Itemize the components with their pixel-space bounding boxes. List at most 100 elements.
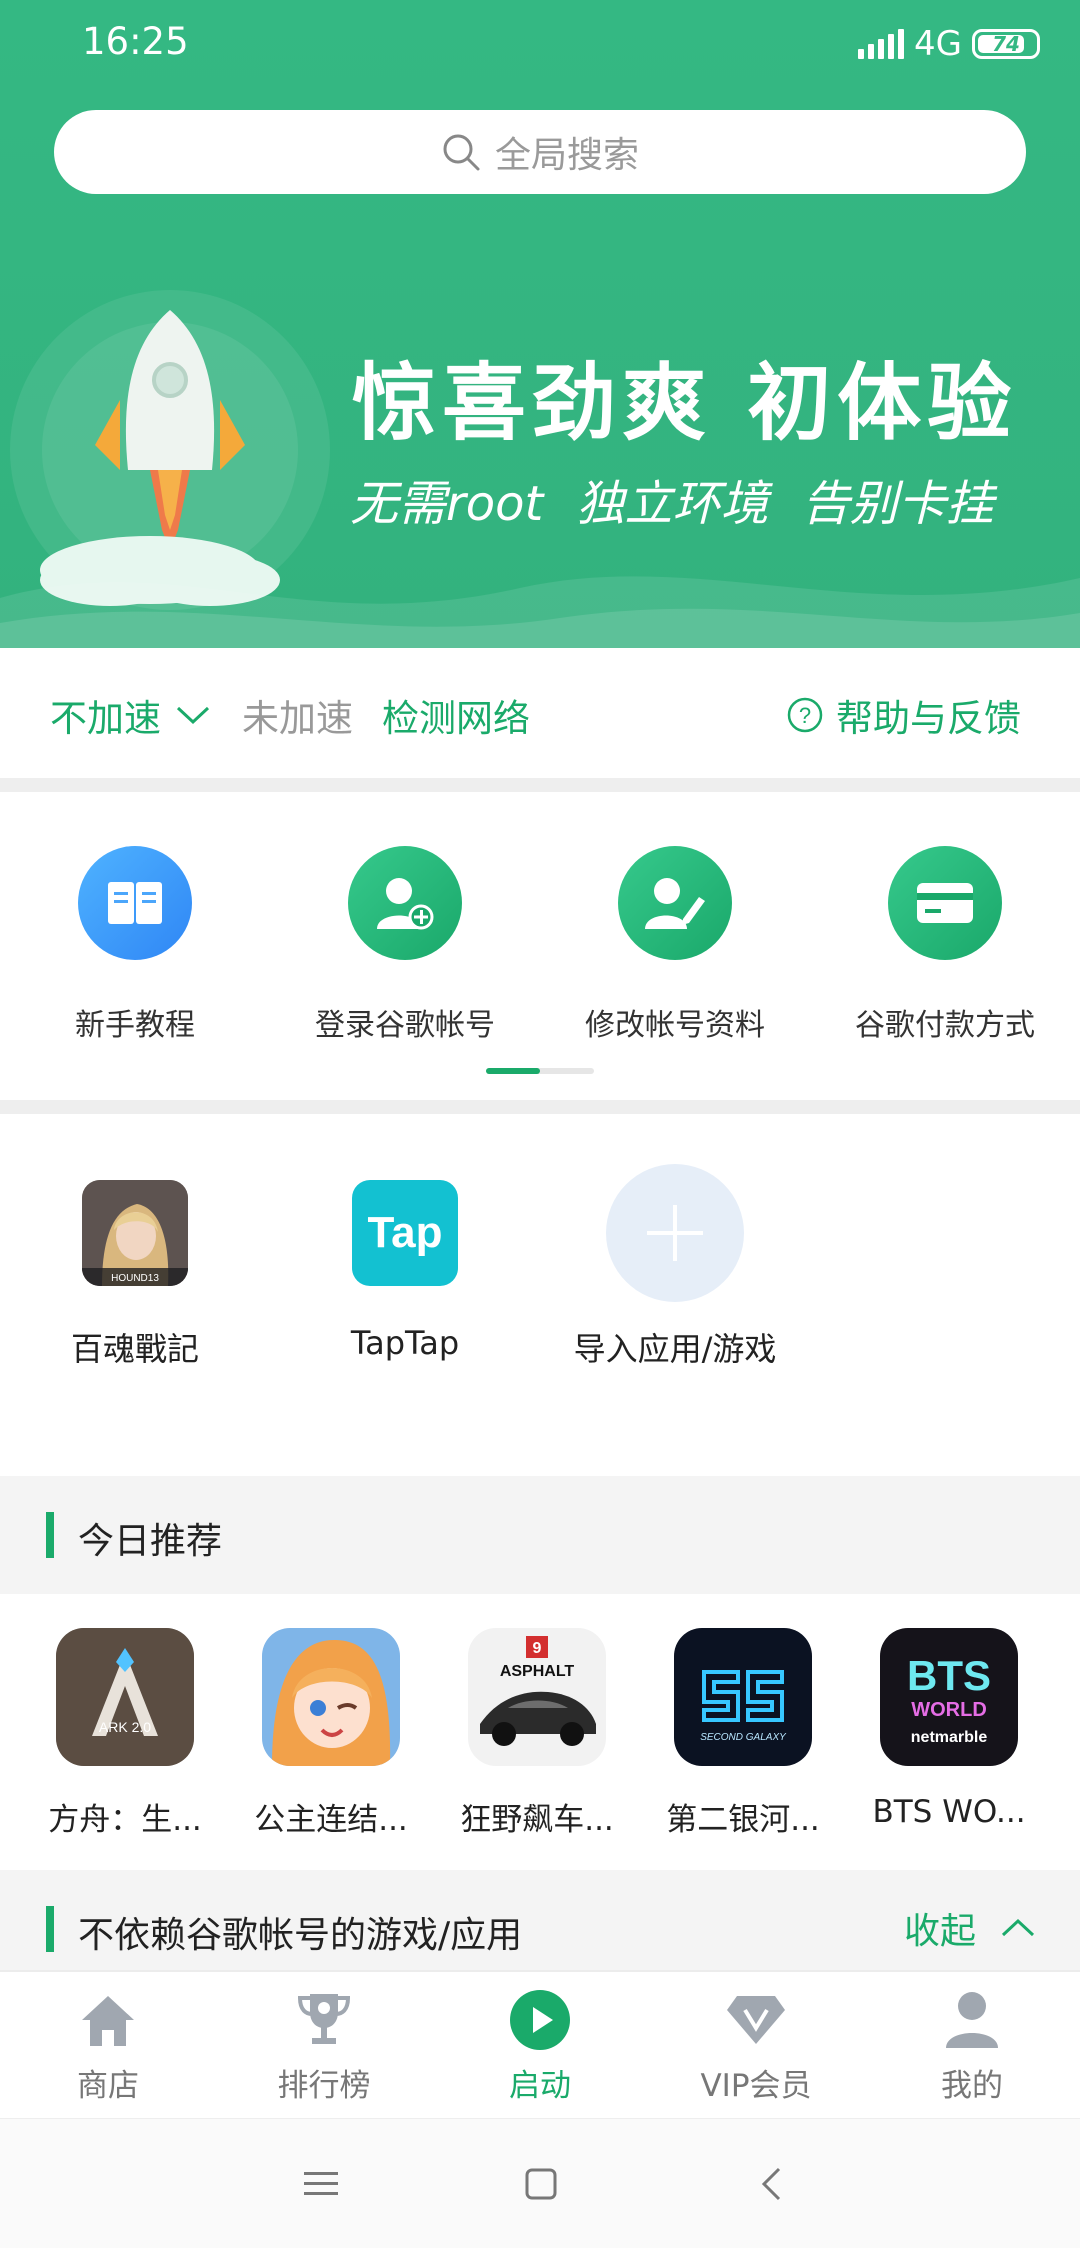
- accel-state: 未加速: [242, 697, 353, 740]
- quick-action-tutorial[interactable]: 新手教程: [0, 846, 270, 1044]
- nav-vip[interactable]: VIP会员: [648, 1988, 864, 2105]
- collapse-button[interactable]: 收起: [904, 1902, 1036, 1954]
- accel-mode-dropdown[interactable]: 不加速: [50, 688, 211, 742]
- quick-action-payment[interactable]: 谷歌付款方式: [810, 846, 1080, 1044]
- network-type: 4G: [914, 24, 962, 64]
- app-item[interactable]: HOUND13 百魂戰記: [0, 1180, 270, 1370]
- quick-action-label: 新手教程: [75, 1008, 195, 1043]
- home-button-icon[interactable]: [518, 2161, 564, 2207]
- section-bar: [46, 1906, 54, 1952]
- nav-ranking[interactable]: 排行榜: [216, 1988, 432, 2105]
- status-time: 16:25: [82, 20, 189, 63]
- app-item[interactable]: Tap TapTap: [270, 1180, 540, 1362]
- help-label: 帮助与反馈: [836, 697, 1021, 740]
- help-feedback-link[interactable]: ? 帮助与反馈: [786, 688, 1021, 742]
- recommendations: ARK 2.0 方舟：生... 公主连结... 9 ASPHALT 狂野飙车..…: [0, 1594, 1080, 1870]
- svg-text:?: ?: [799, 703, 811, 728]
- rec-item[interactable]: ARK 2.0 方舟：生...: [22, 1628, 228, 1839]
- svg-text:9: 9: [533, 1640, 542, 1657]
- quick-actions: 新手教程 登录谷歌帐号 修改帐号资料 谷歌付款方式: [0, 792, 1080, 1100]
- play-icon: [508, 1988, 572, 2052]
- accel-mode-label: 不加速: [50, 697, 161, 740]
- help-icon: ?: [787, 697, 823, 733]
- battery-level: 74: [992, 32, 1020, 56]
- header-banner: 16:25 4G 74 全局搜索 惊喜劲爽 初体验 无需root 独立环境 告别…: [0, 0, 1080, 648]
- status-bar: 16:25 4G 74: [0, 0, 1080, 90]
- hound13-game-icon: HOUND13: [82, 1180, 188, 1286]
- status-indicators: 4G 74: [858, 24, 1040, 64]
- rec-item[interactable]: 9 ASPHALT 狂野飙车...: [434, 1628, 640, 1839]
- section-title: 不依赖谷歌帐号的游戏/应用: [78, 1915, 523, 1956]
- rec-item[interactable]: SECOND GALAXY 第二银河...: [640, 1628, 846, 1839]
- rec-item[interactable]: BTS WORLD netmarble BTS WO...: [846, 1628, 1052, 1830]
- import-app-button[interactable]: 导入应用/游戏: [540, 1164, 810, 1370]
- page-indicator: [486, 1068, 594, 1074]
- chevron-up-icon: [1001, 1918, 1035, 1937]
- quick-action-login-google[interactable]: 登录谷歌帐号: [270, 846, 540, 1044]
- person-icon: [940, 1988, 1004, 2052]
- home-icon: [76, 1988, 140, 2052]
- svg-text:BTS: BTS: [907, 1652, 991, 1699]
- ark-game-icon: ARK 2.0: [56, 1628, 194, 1766]
- second-galaxy-icon: SECOND GALAXY: [674, 1628, 812, 1766]
- rec-label: 方舟：生...: [48, 1802, 202, 1838]
- nav-mine[interactable]: 我的: [864, 1988, 1080, 2105]
- nav-label: 启动: [509, 2068, 571, 2104]
- search-icon: [441, 132, 481, 172]
- back-icon[interactable]: [748, 2161, 794, 2207]
- edit-user-icon: [618, 846, 732, 960]
- add-user-icon: [348, 846, 462, 960]
- nav-label: 我的: [941, 2068, 1003, 2104]
- nav-label: 商店: [77, 2068, 139, 2104]
- svg-text:ASPHALT: ASPHALT: [500, 1663, 575, 1680]
- trophy-icon: [292, 1988, 356, 2052]
- quick-action-label: 登录谷歌帐号: [315, 1008, 495, 1043]
- divider: [0, 1100, 1080, 1114]
- nav-label: 排行榜: [277, 2068, 371, 2104]
- chevron-down-icon: [176, 706, 210, 725]
- rec-label: BTS WO...: [872, 1794, 1026, 1830]
- rec-label: 第二银河...: [666, 1802, 820, 1838]
- taptap-icon: Tap: [352, 1180, 458, 1286]
- princess-connect-icon: [262, 1628, 400, 1766]
- detect-network-link[interactable]: 检测网络: [382, 688, 530, 742]
- search-placeholder: 全局搜索: [494, 135, 639, 176]
- banner-title: 惊喜劲爽 初体验: [352, 354, 1018, 452]
- rec-label: 狂野飙车...: [460, 1802, 614, 1838]
- app-label: TapTap: [350, 1324, 460, 1362]
- app-label: 导入应用/游戏: [573, 1330, 777, 1368]
- quick-action-label: 修改帐号资料: [585, 1008, 765, 1043]
- bottom-nav: 商店 排行榜 启动 VIP会员 我的: [0, 1970, 1080, 2118]
- section-no-google: 不依赖谷歌帐号的游戏/应用 收起: [0, 1870, 1080, 1970]
- section-bar: [46, 1512, 54, 1558]
- bts-world-icon: BTS WORLD netmarble: [880, 1628, 1018, 1766]
- svg-text:WORLD: WORLD: [911, 1699, 987, 1721]
- search-input[interactable]: 全局搜索: [54, 110, 1026, 194]
- battery-icon: 74: [972, 29, 1040, 59]
- quick-action-label: 谷歌付款方式: [855, 1008, 1035, 1043]
- accelerator-bar: 不加速 未加速 检测网络 ? 帮助与反馈: [0, 648, 1080, 778]
- svg-text:SECOND GALAXY: SECOND GALAXY: [700, 1732, 787, 1743]
- asphalt-icon: 9 ASPHALT: [468, 1628, 606, 1766]
- svg-text:ARK 2.0: ARK 2.0: [99, 1719, 151, 1735]
- section-title: 今日推荐: [78, 1521, 223, 1562]
- banner-subtitle: 无需root 独立环境 告别卡挂: [350, 476, 994, 532]
- nav-label: VIP会员: [700, 2068, 812, 2104]
- collapse-label: 收起: [903, 1911, 976, 1952]
- quick-action-edit-account[interactable]: 修改帐号资料: [540, 846, 810, 1044]
- svg-text:HOUND13: HOUND13: [111, 1273, 159, 1284]
- section-today: 今日推荐: [0, 1476, 1080, 1594]
- menu-icon[interactable]: [298, 2161, 344, 2207]
- nav-store[interactable]: 商店: [0, 1988, 216, 2105]
- nav-launch[interactable]: 启动: [432, 1988, 648, 2105]
- signal-icon: [858, 29, 905, 59]
- card-icon: [888, 846, 1002, 960]
- diamond-icon: [724, 1988, 788, 2052]
- rec-label: 公主连结...: [254, 1802, 408, 1838]
- rec-item[interactable]: 公主连结...: [228, 1628, 434, 1839]
- book-icon: [78, 846, 192, 960]
- banner-waves: [0, 576, 1080, 648]
- system-nav-bar: [0, 2118, 1080, 2248]
- svg-text:netmarble: netmarble: [911, 1729, 988, 1746]
- app-label: 百魂戰記: [70, 1330, 199, 1368]
